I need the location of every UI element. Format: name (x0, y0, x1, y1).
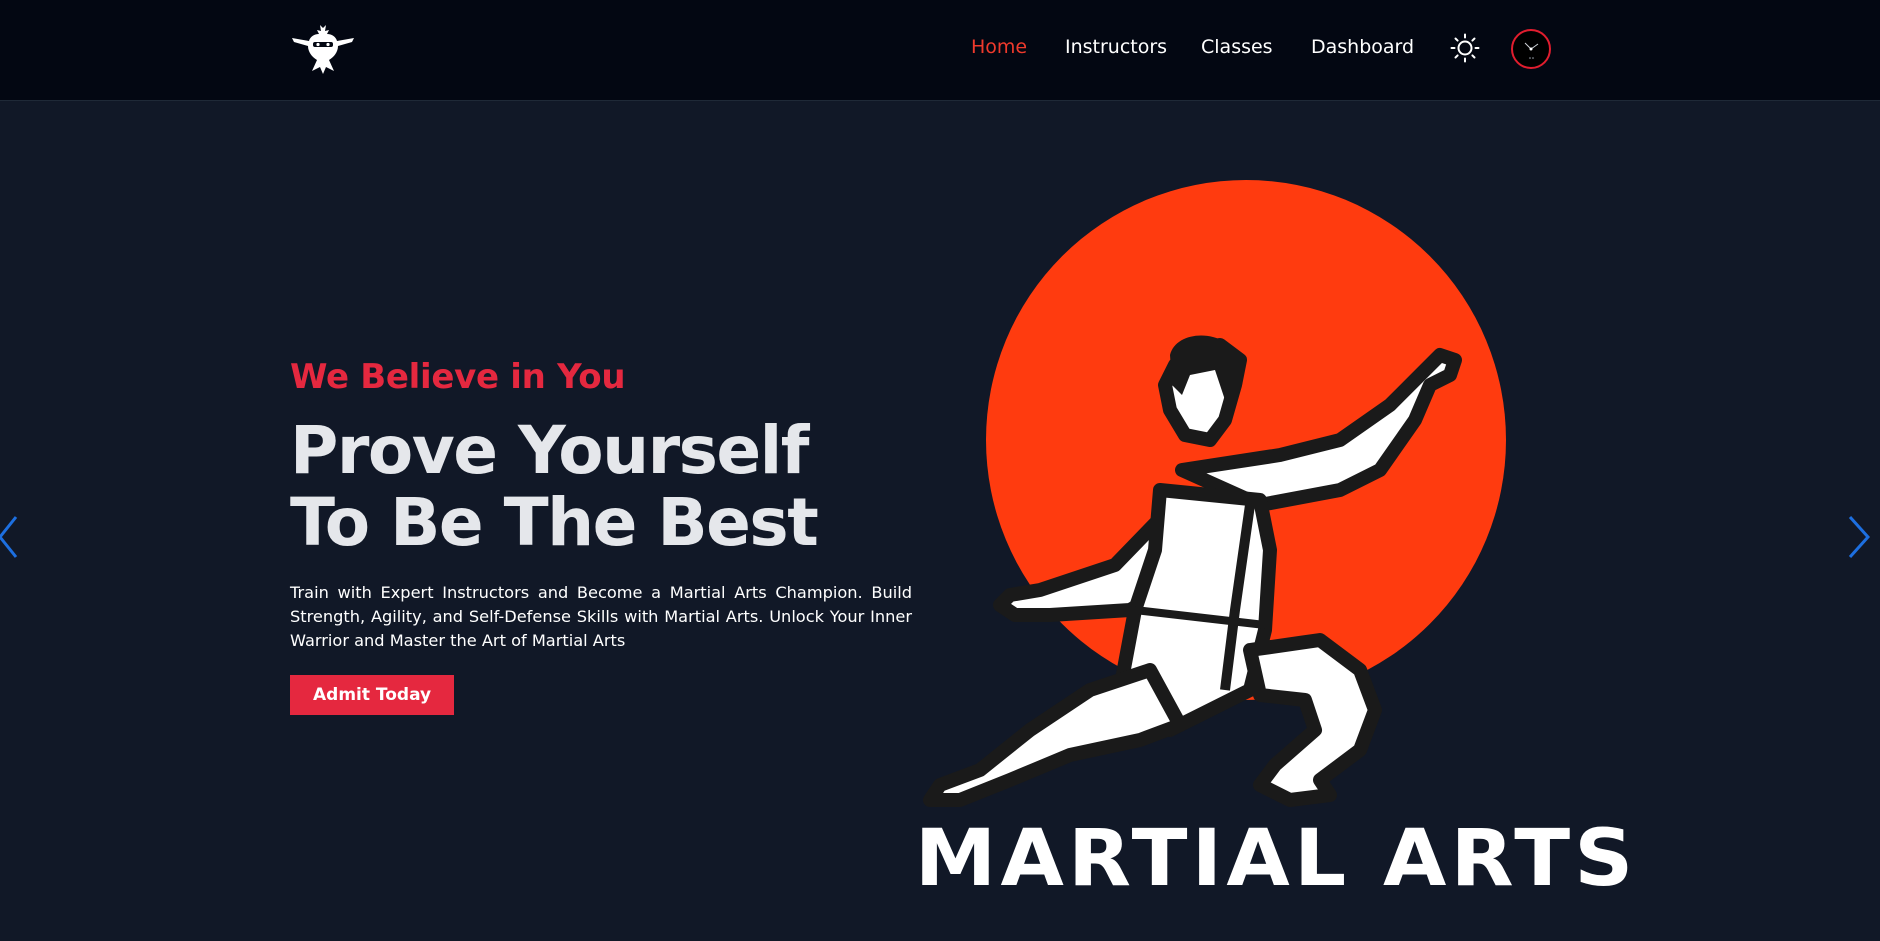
hero-headline-line1: Prove Yourself (290, 412, 810, 489)
navbar: Home Instructors Classes Dashboard (0, 0, 1880, 101)
hero-section: We Believe in You Prove Yourself To Be T… (290, 355, 912, 715)
ninja-logo-icon[interactable] (290, 24, 356, 74)
user-avatar[interactable] (1511, 29, 1551, 69)
nav-classes[interactable]: Classes (1201, 36, 1273, 58)
hero-headline: Prove Yourself To Be The Best (290, 415, 912, 559)
chevron-right-icon[interactable] (1846, 513, 1872, 561)
martial-arts-title: MARTIAL ARTS (914, 814, 1638, 904)
martial-artist-illustration (923, 180, 1506, 807)
nav-home[interactable]: Home (971, 36, 1027, 58)
hero-headline-line2: To Be The Best (290, 484, 819, 561)
avatar-image (1524, 42, 1539, 59)
nav-dashboard[interactable]: Dashboard (1311, 36, 1414, 58)
sun-icon[interactable] (1450, 33, 1480, 63)
admit-today-button[interactable]: Admit Today (290, 675, 455, 715)
hero-description: Train with Expert Instructors and Become… (290, 583, 912, 650)
hero-tagline: We Believe in You (290, 357, 626, 397)
nav-instructors[interactable]: Instructors (1065, 36, 1167, 58)
chevron-left-icon[interactable] (0, 513, 22, 561)
